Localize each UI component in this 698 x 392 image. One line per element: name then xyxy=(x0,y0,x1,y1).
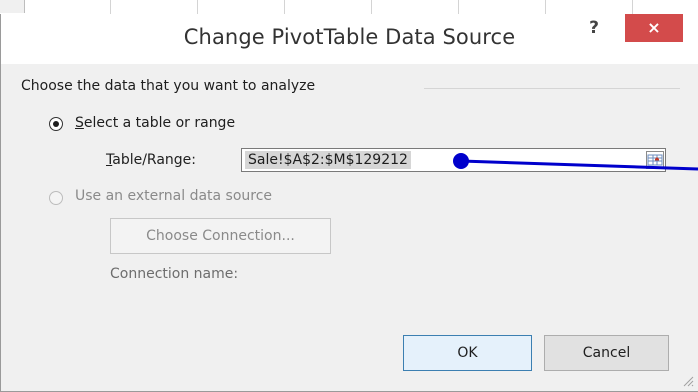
close-button[interactable]: × xyxy=(625,14,683,42)
cancel-button[interactable]: Cancel xyxy=(544,335,669,371)
select-all-corner[interactable] xyxy=(0,0,25,13)
column-header[interactable] xyxy=(459,0,546,14)
column-header[interactable] xyxy=(546,0,633,14)
collapse-dialog-button[interactable] xyxy=(646,151,664,169)
radio-select-table-range-label[interactable]: Select a table or range xyxy=(75,115,235,131)
spreadsheet-header-strip xyxy=(0,0,698,15)
table-range-input[interactable]: Sale!$A$2:$M$129212 xyxy=(241,148,666,172)
ok-button[interactable]: OK xyxy=(403,335,532,371)
accelerator-key: S xyxy=(75,115,84,131)
table-range-label: Table/Range: xyxy=(106,152,196,168)
column-header[interactable] xyxy=(198,0,285,14)
dialog-titlebar[interactable]: Change PivotTable Data Source ? × xyxy=(1,14,698,64)
radio-external-source[interactable] xyxy=(49,191,63,205)
label-text: elect a table or range xyxy=(83,115,236,131)
close-icon: × xyxy=(647,18,661,37)
help-button[interactable]: ? xyxy=(579,15,609,41)
group-divider xyxy=(424,88,680,89)
radio-external-source-label[interactable]: Use an external data source xyxy=(75,188,272,204)
collapse-dialog-icon xyxy=(646,151,664,169)
connection-name-label: Connection name: xyxy=(110,266,239,282)
choose-connection-button[interactable]: Choose Connection... xyxy=(110,218,331,254)
column-header[interactable] xyxy=(24,0,111,14)
radio-select-table-range[interactable] xyxy=(49,117,63,131)
column-header[interactable] xyxy=(285,0,372,14)
table-range-value: Sale!$A$2:$M$129212 xyxy=(245,151,411,169)
column-header[interactable] xyxy=(372,0,459,14)
resize-grip-icon[interactable] xyxy=(680,373,694,387)
label-text: able/Range: xyxy=(112,152,197,168)
column-header[interactable] xyxy=(111,0,198,14)
group-label: Choose the data that you want to analyze xyxy=(21,78,316,94)
